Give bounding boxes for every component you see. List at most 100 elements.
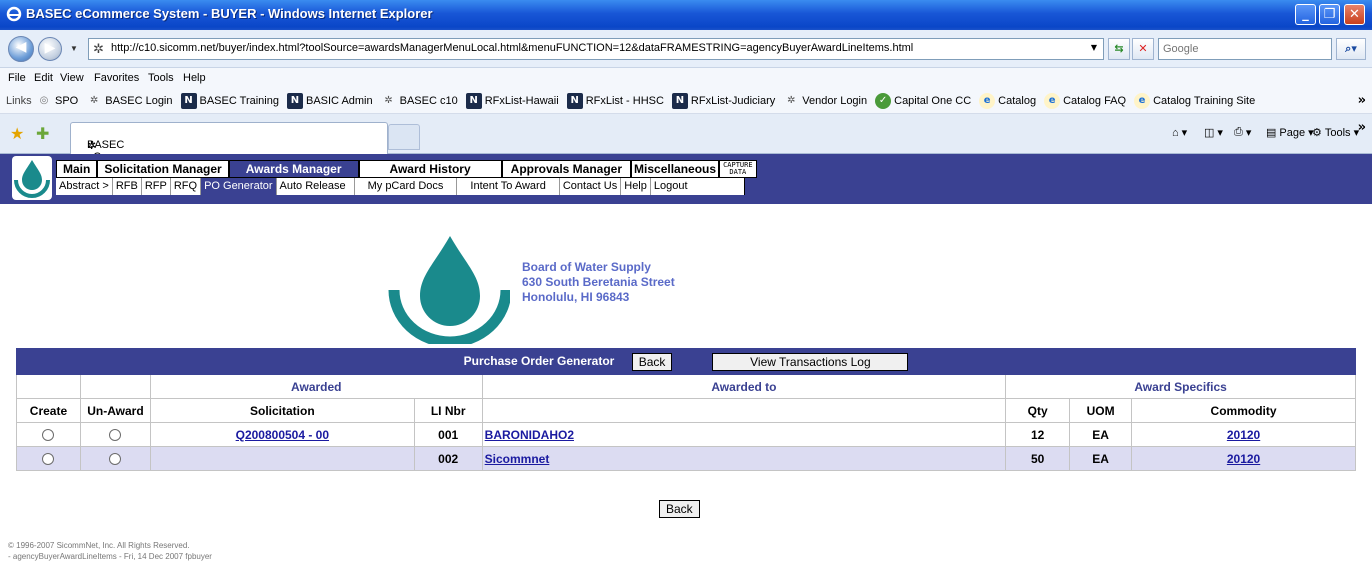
subnav-rfp[interactable]: RFP — [142, 178, 171, 195]
nav-main[interactable]: Main — [56, 160, 98, 178]
menu-edit[interactable]: Edit — [34, 72, 53, 84]
menu-help[interactable]: Help — [183, 72, 206, 84]
li-nbr-cell: 001 — [413, 422, 483, 447]
solicitation-link[interactable]: Q200800504 - 00 — [236, 428, 329, 442]
new-tab-button[interactable] — [388, 124, 420, 150]
menu-favorites[interactable]: Favorites — [94, 72, 139, 84]
capture-data-button[interactable]: CAPTURE DATA — [719, 160, 757, 178]
nav-solicitation-manager[interactable]: Solicitation Manager — [97, 160, 229, 178]
subnav-intent-to-award[interactable]: Intent To Award — [457, 178, 560, 195]
subnav-rfb[interactable]: RFB — [113, 178, 142, 195]
organization-address: Board of Water Supply 630 South Beretani… — [522, 260, 675, 305]
link-label: BASEC Training — [199, 95, 279, 107]
link-basec-training[interactable]: N BASEC Training — [180, 93, 279, 109]
link-label: Vendor Login — [802, 95, 868, 107]
n-icon: N — [465, 93, 482, 109]
link-basec-login[interactable]: ✲ BASEC Login — [86, 93, 172, 109]
stop-button[interactable]: ✕ — [1132, 38, 1154, 60]
feeds-button[interactable]: ◫ ▾ — [1204, 126, 1223, 139]
tab-basec-buyer[interactable]: ✲ BASEC eCommerce System - BUYER — [70, 122, 388, 187]
subnav-po-generator[interactable]: PO Generator — [201, 178, 277, 195]
subnav-abstract[interactable]: Abstract > — [56, 178, 113, 195]
link-label: BASIC Admin — [305, 95, 373, 107]
close-window-button[interactable]: ✕ — [1344, 4, 1365, 25]
uom-cell: EA — [1069, 446, 1133, 471]
toolbar-overflow-chevron-icon[interactable]: » — [1358, 120, 1366, 135]
view-transactions-log-button[interactable]: View Transactions Log — [712, 352, 909, 371]
back-nav-button[interactable]: ◀ — [8, 36, 34, 62]
menu-tools[interactable]: Tools — [148, 72, 174, 84]
vendor-link[interactable]: BARONIDAHO2 — [485, 428, 574, 442]
add-favorite-icon[interactable]: ✚ — [36, 124, 49, 143]
menu-view[interactable]: View — [60, 72, 84, 84]
n-icon: N — [671, 93, 688, 109]
link-rfxlist-hhsc[interactable]: N RFxList - HHSC — [566, 93, 664, 109]
url-field[interactable]: ✲ http://c10.sicomm.net/buyer/index.html… — [88, 38, 1104, 60]
page-footer: © 1996-2007 SicommNet, Inc. All Rights R… — [8, 540, 212, 562]
link-label: RFxList-Judiciary — [690, 95, 776, 107]
unaward-radio[interactable] — [109, 453, 122, 466]
link-label: Catalog FAQ — [1063, 95, 1127, 107]
minimize-button[interactable]: _ — [1295, 4, 1316, 25]
link-vendor-login[interactable]: ✲ Vendor Login — [783, 93, 867, 109]
vendor-link[interactable]: Sicommnet — [485, 452, 550, 466]
link-capital-one[interactable]: ✓ Capital One CC — [875, 93, 971, 109]
menu-file[interactable]: File — [8, 72, 26, 84]
ie-logo-icon — [6, 6, 22, 22]
restore-icon: ❐ — [1323, 7, 1336, 22]
search-box[interactable] — [1158, 38, 1332, 60]
favorites-star-icon[interactable]: ★ — [10, 124, 24, 143]
subnav-my-pcard-docs[interactable]: My pCard Docs — [355, 178, 458, 195]
maximize-button[interactable]: ❐ — [1319, 4, 1340, 25]
subnav-auto-release[interactable]: Auto Release — [277, 178, 355, 195]
subnav-rfq[interactable]: RFQ — [171, 178, 202, 195]
tools-menu-button[interactable]: ⚙ Tools ▾ — [1312, 126, 1359, 140]
link-catalog-training[interactable]: e Catalog Training Site — [1134, 93, 1255, 109]
col-commodity: Commodity — [1131, 398, 1356, 423]
link-rfxlist-hawaii[interactable]: N RFxList-Hawaii — [465, 93, 559, 109]
link-catalog[interactable]: e Catalog — [979, 93, 1036, 109]
print-button[interactable]: ⎙ ▾ — [1234, 126, 1251, 139]
url-dropdown-icon[interactable]: ▼ — [1086, 40, 1102, 58]
unaward-radio[interactable] — [109, 429, 122, 442]
bottom-back-button[interactable]: Back — [659, 500, 700, 518]
commodity-link[interactable]: 20120 — [1227, 452, 1260, 466]
recent-pages-dropdown-icon[interactable]: ▼ — [70, 44, 78, 53]
col-li-nbr: LI Nbr — [413, 398, 483, 423]
create-radio[interactable] — [42, 453, 55, 466]
create-radio[interactable] — [42, 429, 55, 442]
menu-bar: File Edit View Favorites Tools Help — [0, 68, 1372, 90]
search-input[interactable] — [1163, 40, 1323, 58]
home-button[interactable]: ⌂ ▾ — [1172, 126, 1187, 140]
subnav-logout[interactable]: Logout — [651, 178, 745, 195]
link-basic-admin[interactable]: N BASIC Admin — [286, 93, 373, 109]
nav-awards-manager[interactable]: Awards Manager — [228, 160, 359, 178]
group-header-awarded: Awarded — [149, 374, 483, 399]
vendor-cell: Sicommnet — [481, 446, 1007, 471]
links-label: Links — [6, 95, 32, 107]
po-generator-table: Purchase Order Generator Back View Trans… — [16, 348, 1356, 471]
link-basec-c10[interactable]: ✲ BASEC c10 — [381, 93, 457, 109]
basec-icon: ✲ — [384, 95, 393, 106]
refresh-button[interactable]: ⇆ — [1108, 38, 1130, 60]
subnav-help[interactable]: Help — [621, 178, 651, 195]
back-button[interactable]: Back — [631, 352, 673, 371]
nav-approvals-manager[interactable]: Approvals Manager — [501, 160, 632, 178]
commodity-link[interactable]: 20120 — [1227, 428, 1260, 442]
table-row: 002 Sicommnet 50 EA 20120 — [16, 446, 1356, 471]
link-label: Catalog Training Site — [1153, 95, 1256, 107]
nav-miscellaneous[interactable]: Miscellaneous — [631, 160, 720, 178]
solicitation-cell — [149, 446, 415, 471]
search-button[interactable]: ⌕▾ — [1336, 38, 1366, 60]
li-nbr-cell: 002 — [413, 446, 483, 471]
link-spo[interactable]: ◎ SPO — [36, 93, 79, 109]
header-cell: Purchase Order Generator Back View Trans… — [16, 348, 1356, 375]
link-catalog-faq[interactable]: e Catalog FAQ — [1044, 93, 1126, 109]
links-overflow-chevron-icon[interactable]: » — [1358, 93, 1366, 108]
link-rfxlist-judiciary[interactable]: N RFxList-Judiciary — [671, 93, 776, 109]
forward-nav-button[interactable]: ▶ — [38, 37, 62, 61]
nav-award-history[interactable]: Award History — [358, 160, 502, 178]
page-menu-button[interactable]: ▤ Page ▾ — [1266, 126, 1314, 140]
subnav-contact-us[interactable]: Contact Us — [560, 178, 622, 195]
page-content: Board of Water Supply 630 South Beretani… — [0, 204, 1372, 580]
